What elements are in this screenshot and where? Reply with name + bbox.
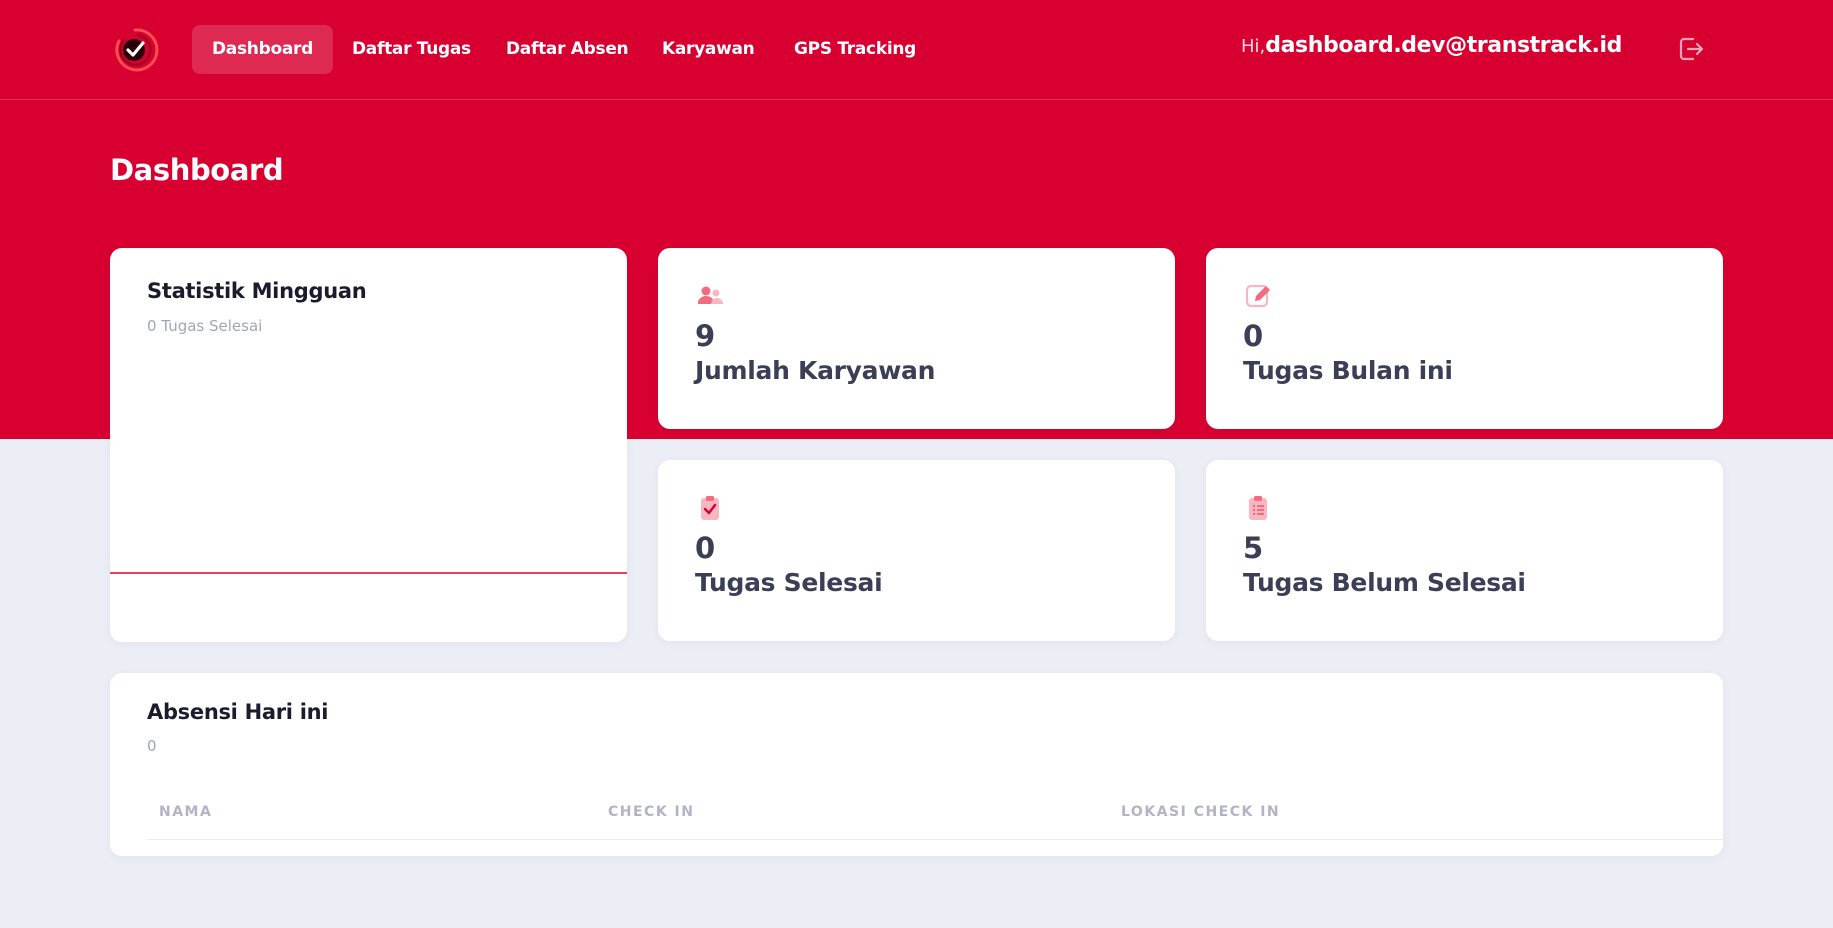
stat-value: 5 <box>1243 531 1264 565</box>
nav-karyawan[interactable]: Karyawan <box>642 25 774 74</box>
attendance-count: 0 <box>147 737 157 755</box>
clipboard-check-icon <box>701 496 719 520</box>
user-email: dashboard.dev@transtrack.id <box>1265 33 1622 58</box>
stat-value: 9 <box>695 319 716 353</box>
nav-dashboard[interactable]: Dashboard <box>192 25 333 74</box>
user-greeting: Hi,dashboard.dev@transtrack.id <box>1241 33 1622 58</box>
table-header-divider <box>147 839 1724 840</box>
column-header-check-in[interactable]: Check In <box>608 804 694 820</box>
attendance-card: Absensi Hari ini 0 Nama Check In Lokasi … <box>110 673 1724 856</box>
weekly-chart <box>110 572 627 574</box>
stat-label: Tugas Selesai <box>695 568 883 597</box>
nav-daftar-absen[interactable]: Daftar Absen <box>486 25 648 74</box>
stat-label: Tugas Bulan ini <box>1243 356 1453 385</box>
stat-card-tugas-bulan-ini: 0 Tugas Bulan ini <box>1206 248 1723 429</box>
users-icon <box>698 286 723 304</box>
stat-card-tugas-selesai: 0 Tugas Selesai <box>658 460 1175 641</box>
stat-card-jumlah-karyawan: 9 Jumlah Karyawan <box>658 248 1175 429</box>
stat-card-tugas-belum-selesai: 5 Tugas Belum Selesai <box>1206 460 1723 641</box>
page-title: Dashboard <box>110 153 284 187</box>
stat-value: 0 <box>1243 319 1264 353</box>
top-navbar: Dashboard Daftar Tugas Daftar Absen Kary… <box>0 0 1833 100</box>
column-header-lokasi-check-in[interactable]: Lokasi Check In <box>1121 804 1280 820</box>
attendance-title: Absensi Hari ini <box>147 700 329 724</box>
column-header-nama[interactable]: Nama <box>159 804 212 820</box>
nav-gps-tracking[interactable]: GPS Tracking <box>774 25 936 74</box>
greeting-text: Hi, <box>1241 36 1266 57</box>
stat-value: 0 <box>695 531 716 565</box>
logout-icon[interactable] <box>1676 34 1706 64</box>
app-logo-icon[interactable] <box>110 25 160 75</box>
stat-label: Tugas Belum Selesai <box>1243 568 1526 597</box>
edit-icon <box>1245 284 1270 308</box>
clipboard-list-icon <box>1249 496 1267 520</box>
stat-label: Jumlah Karyawan <box>695 356 936 385</box>
weekly-stats-card: Statistik Mingguan 0 Tugas Selesai <box>110 248 627 642</box>
nav-daftar-tugas[interactable]: Daftar Tugas <box>332 25 491 74</box>
